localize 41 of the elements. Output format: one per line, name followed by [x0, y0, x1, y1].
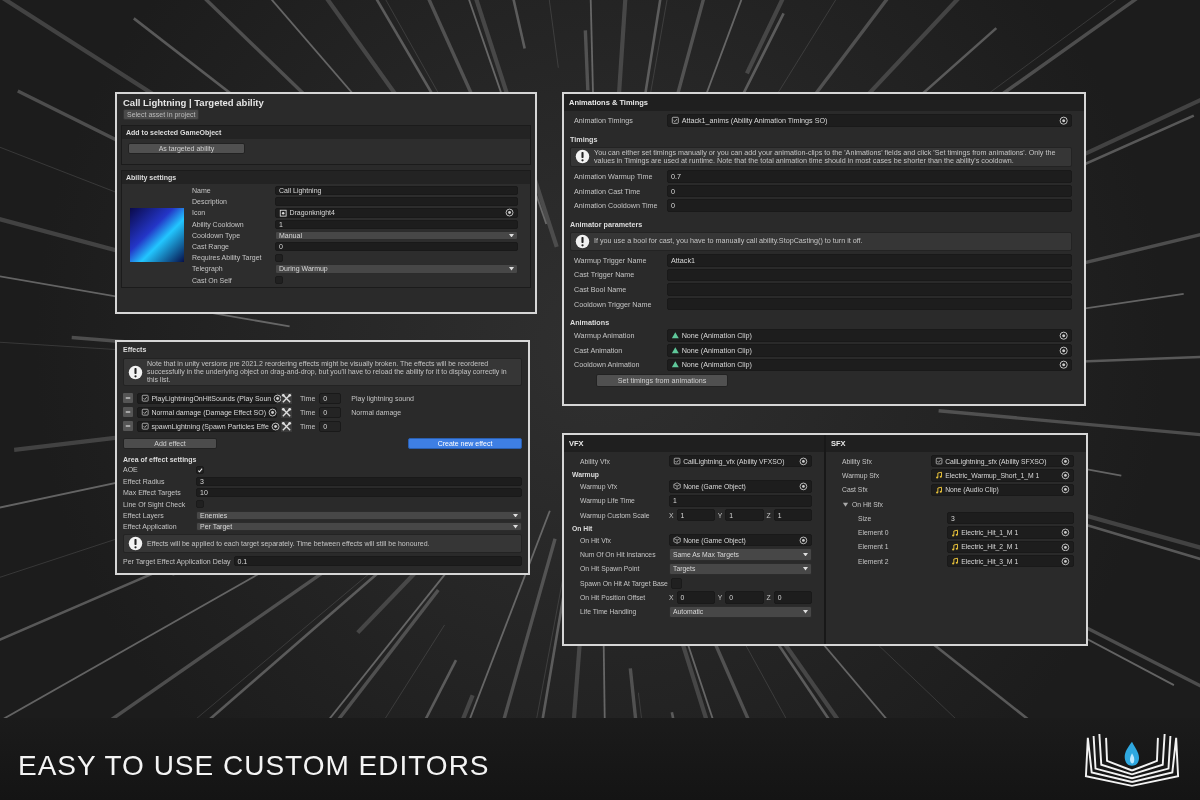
music-note-icon	[951, 542, 960, 551]
window-title: Call Lightning | Targeted ability	[122, 96, 265, 109]
remove-button[interactable]	[123, 421, 133, 432]
crossed-tools-icon[interactable]	[281, 406, 292, 418]
ability-icon-picture	[130, 208, 184, 263]
crossed-tools-icon[interactable]	[281, 420, 292, 432]
script-icon	[673, 457, 682, 466]
music-note-icon	[951, 528, 960, 537]
remove-button[interactable]	[123, 407, 133, 418]
script-icon	[141, 407, 150, 417]
object-picker-icon[interactable]	[799, 456, 808, 466]
caret-icon	[803, 610, 808, 614]
cube-icon	[673, 482, 682, 491]
caret-icon	[803, 567, 808, 571]
object-picker-icon[interactable]	[504, 208, 514, 218]
object-picker-icon[interactable]	[799, 482, 808, 491]
remove-button[interactable]	[123, 393, 133, 404]
crossed-tools-icon[interactable]	[281, 392, 292, 404]
script-icon	[141, 393, 150, 403]
alert-icon	[575, 149, 590, 165]
headline: EASY TO USE CUSTOM EDITORS	[18, 749, 490, 782]
music-note-icon	[935, 485, 944, 494]
music-note-icon	[935, 471, 944, 480]
sprite-icon	[279, 208, 288, 218]
script-icon	[671, 116, 680, 125]
text-field[interactable]	[275, 197, 518, 207]
music-note-icon	[951, 557, 960, 566]
checkbox[interactable]	[196, 465, 205, 475]
object-picker-icon[interactable]	[799, 535, 808, 545]
object-picker-icon[interactable]	[1058, 330, 1068, 341]
caret-icon	[509, 233, 514, 238]
foldout-arrow-icon[interactable]	[842, 500, 849, 508]
caret-icon	[513, 513, 518, 518]
object-picker-icon[interactable]	[1058, 115, 1068, 125]
caret-icon	[513, 525, 518, 529]
alert-icon	[128, 364, 143, 380]
caret-icon	[509, 267, 514, 271]
cube-icon	[673, 536, 682, 545]
script-icon	[141, 421, 150, 431]
script-icon	[935, 457, 944, 466]
caret-icon	[803, 552, 808, 557]
